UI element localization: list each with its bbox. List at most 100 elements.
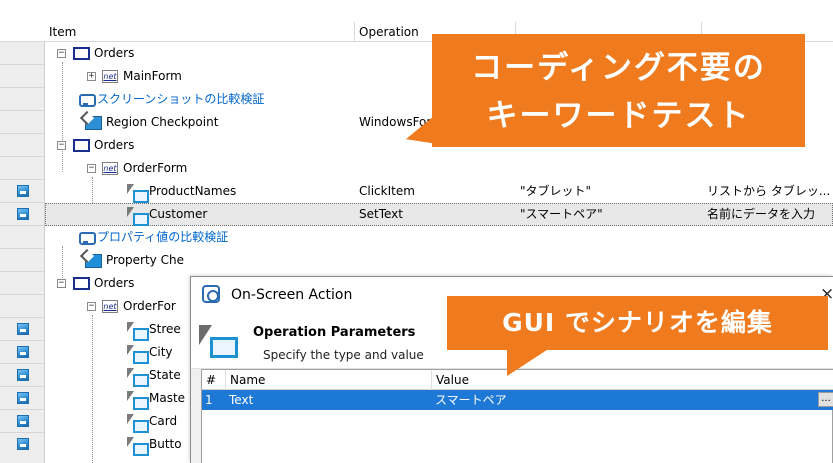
gutter-separator bbox=[0, 271, 45, 272]
dialog-heading: Operation Parameters bbox=[253, 325, 416, 340]
dialog-subheading: Specify the type and value bbox=[263, 348, 424, 362]
parameters-grid: # Name Value 1 Text スマートペア ... bbox=[201, 369, 833, 463]
item-label: Stree bbox=[149, 322, 181, 336]
action-icon bbox=[127, 345, 149, 364]
gutter-separator bbox=[0, 363, 45, 364]
item-label: Region Checkpoint bbox=[106, 115, 219, 129]
comment-icon bbox=[79, 93, 96, 107]
region-checkpoint-icon bbox=[85, 116, 102, 130]
gutter-separator bbox=[0, 340, 45, 341]
action-icon bbox=[127, 207, 149, 226]
window-icon bbox=[73, 47, 90, 60]
table-row[interactable]: プロパティ値の比較検証 bbox=[45, 226, 833, 249]
action-icon bbox=[127, 322, 149, 341]
description-cell: 名前にデータを入力 bbox=[707, 207, 816, 221]
item-label: スクリーンショットの比較検証 bbox=[97, 92, 265, 106]
recorded-image-icon[interactable] bbox=[17, 392, 29, 404]
row-gutter bbox=[0, 42, 45, 463]
table-row[interactable]: Customer SetText "スマートペア" 名前にデータを入力 bbox=[45, 203, 833, 226]
dotnet-form-icon: net bbox=[102, 70, 118, 83]
action-icon bbox=[127, 437, 149, 456]
window-icon bbox=[73, 139, 90, 152]
gutter-separator bbox=[0, 202, 45, 203]
gutter-separator bbox=[0, 225, 45, 226]
callout-line-1: コーディング不要の bbox=[471, 50, 766, 86]
table-row[interactable]: ProductNames ClickItem "タブレット" リストから タブレ… bbox=[45, 180, 833, 203]
recorded-image-icon[interactable] bbox=[17, 346, 29, 358]
callout-no-coding: コーディング不要の キーワードテスト bbox=[401, 34, 805, 160]
recorded-image-icon[interactable] bbox=[17, 185, 29, 197]
recorded-image-icon[interactable] bbox=[17, 415, 29, 427]
gutter-separator bbox=[0, 110, 45, 111]
action-icon bbox=[127, 391, 149, 410]
item-label: Card bbox=[149, 414, 178, 428]
item-label: プロパティ値の比較検証 bbox=[97, 230, 229, 244]
action-icon bbox=[127, 368, 149, 387]
parameter-row[interactable]: 1 Text スマートペア ... bbox=[202, 390, 833, 410]
item-label: MainForm bbox=[123, 69, 182, 83]
description-cell: リストから タブレッ... bbox=[707, 184, 831, 198]
gutter-separator bbox=[0, 386, 45, 387]
dialog-body: # Name Value 1 Text スマートペア ... bbox=[191, 369, 833, 463]
recorded-image-icon[interactable] bbox=[17, 369, 29, 381]
collapse-toggle[interactable]: − bbox=[57, 49, 66, 58]
testcomplete-app-icon bbox=[202, 285, 220, 303]
property-checkpoint-icon bbox=[85, 254, 102, 268]
parameter-edit-button[interactable]: ... bbox=[818, 392, 833, 407]
action-icon bbox=[199, 325, 239, 363]
parameter-value[interactable]: スマートペア bbox=[432, 390, 812, 410]
expand-toggle[interactable]: + bbox=[87, 72, 96, 81]
recorded-image-icon[interactable] bbox=[17, 208, 29, 220]
callout-gui-editing: GUI でシナリオを編集 bbox=[447, 296, 828, 376]
dialog-title: On-Screen Action bbox=[231, 287, 353, 303]
gutter-separator bbox=[0, 294, 45, 295]
gutter-separator bbox=[0, 248, 45, 249]
item-label: ProductNames bbox=[149, 184, 237, 198]
item-label: Butto bbox=[149, 437, 182, 451]
item-label: Customer bbox=[149, 207, 208, 221]
callout-line-2: キーワードテスト bbox=[486, 98, 751, 134]
gutter-separator bbox=[0, 156, 45, 157]
action-icon bbox=[127, 184, 149, 203]
comment-icon bbox=[79, 231, 96, 245]
gutter-separator bbox=[0, 409, 45, 410]
value-cell: "タブレット" bbox=[520, 184, 592, 198]
gutter-separator bbox=[0, 64, 45, 65]
dotnet-form-icon: net bbox=[102, 300, 118, 313]
item-label: Orders bbox=[94, 276, 135, 290]
item-label: City bbox=[149, 345, 173, 359]
column-header-index[interactable]: # bbox=[202, 370, 226, 390]
item-label: Property Che bbox=[106, 253, 184, 267]
item-label: Orders bbox=[94, 138, 135, 152]
operation-cell: ClickItem bbox=[359, 184, 415, 198]
item-label: Maste bbox=[149, 391, 186, 405]
gutter-separator bbox=[0, 317, 45, 318]
gutter-separator bbox=[0, 179, 45, 180]
gutter-separator bbox=[0, 87, 45, 88]
column-header-value[interactable]: Value bbox=[432, 370, 833, 390]
parameter-index: 1 bbox=[205, 393, 213, 407]
table-row[interactable]: Property Che bbox=[45, 249, 833, 272]
collapse-toggle[interactable]: − bbox=[87, 302, 96, 311]
column-header-item[interactable]: Item bbox=[45, 22, 355, 42]
item-label: OrderForm bbox=[123, 161, 188, 175]
item-label: Orders bbox=[94, 46, 135, 60]
recorded-image-icon[interactable] bbox=[17, 438, 29, 450]
table-row[interactable]: − net OrderForm bbox=[45, 157, 833, 180]
collapse-toggle[interactable]: − bbox=[57, 141, 66, 150]
recorded-image-icon[interactable] bbox=[17, 323, 29, 335]
collapse-toggle[interactable]: − bbox=[87, 164, 96, 173]
column-header-name[interactable]: Name bbox=[226, 370, 432, 390]
value-cell: "スマートペア" bbox=[520, 207, 603, 221]
dotnet-form-icon: net bbox=[102, 162, 118, 175]
gutter-separator bbox=[0, 432, 45, 433]
callout-text: GUI でシナリオを編集 bbox=[502, 308, 773, 337]
collapse-toggle[interactable]: − bbox=[57, 279, 66, 288]
action-icon bbox=[127, 414, 149, 433]
item-label: OrderFor bbox=[123, 299, 176, 313]
gutter-separator bbox=[0, 133, 45, 134]
parameter-name: Text bbox=[229, 393, 254, 407]
operation-cell: SetText bbox=[359, 207, 403, 221]
callout-pointer bbox=[507, 346, 553, 376]
item-label: State bbox=[149, 368, 181, 382]
